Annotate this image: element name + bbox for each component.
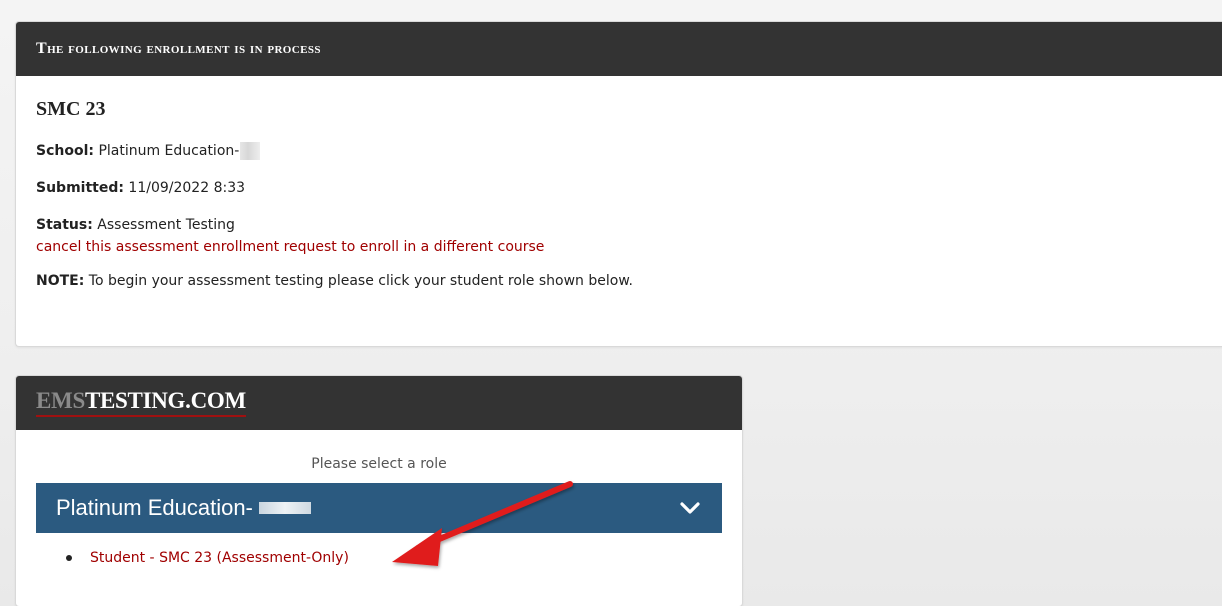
note-field: NOTE: To begin your assessment testing p… bbox=[36, 272, 1217, 290]
submitted-value: 11/09/2022 8:33 bbox=[128, 180, 246, 196]
status-field: Status: Assessment Testing bbox=[36, 216, 1217, 234]
status-label: Status: bbox=[36, 217, 93, 233]
redacted-block bbox=[258, 502, 311, 514]
bullet-icon bbox=[66, 555, 72, 561]
school-value: Platinum Education- bbox=[98, 143, 240, 159]
enrollment-panel-body: SMC 23 School: Platinum Education- Submi… bbox=[16, 98, 1222, 290]
role-group-toggle[interactable]: Platinum Education- bbox=[36, 483, 722, 533]
school-field: School: Platinum Education- bbox=[36, 142, 1217, 160]
enrollment-panel-header: The following enrollment is in process bbox=[16, 22, 1222, 76]
student-role-link[interactable]: Student - SMC 23 (Assessment-Only) bbox=[90, 550, 349, 566]
status-value: Assessment Testing bbox=[97, 217, 235, 233]
emstesting-panel-header: EMS TESTING.COM bbox=[16, 376, 742, 430]
enrollment-header-title: The following enrollment is in process bbox=[36, 40, 321, 57]
cancel-enrollment-link[interactable]: cancel this assessment enrollment reques… bbox=[36, 238, 544, 256]
role-group-label: Platinum Education- bbox=[56, 495, 311, 521]
redacted-block bbox=[240, 142, 261, 160]
course-title: SMC 23 bbox=[36, 98, 106, 120]
role-list: Student - SMC 23 (Assessment-Only) bbox=[66, 550, 349, 566]
note-value: To begin your assessment testing please … bbox=[88, 273, 633, 289]
enrollment-panel: The following enrollment is in process S… bbox=[15, 21, 1222, 347]
role-prompt: Please select a role bbox=[311, 456, 447, 472]
emstesting-logo: EMS TESTING.COM bbox=[36, 389, 246, 417]
submitted-label: Submitted: bbox=[36, 180, 124, 196]
chevron-down-icon[interactable] bbox=[678, 496, 702, 520]
emstesting-panel: EMS TESTING.COM Please select a role Plat… bbox=[15, 375, 743, 606]
logo-ems-text: EMS bbox=[36, 388, 85, 413]
note-label: NOTE: bbox=[36, 273, 85, 289]
logo-testing-text: TESTING.COM bbox=[84, 388, 246, 413]
submitted-field: Submitted: 11/09/2022 8:33 bbox=[36, 179, 1217, 197]
role-list-item: Student - SMC 23 (Assessment-Only) bbox=[66, 550, 349, 566]
school-label: School: bbox=[36, 143, 94, 159]
role-group-name: Platinum Education- bbox=[56, 495, 253, 520]
